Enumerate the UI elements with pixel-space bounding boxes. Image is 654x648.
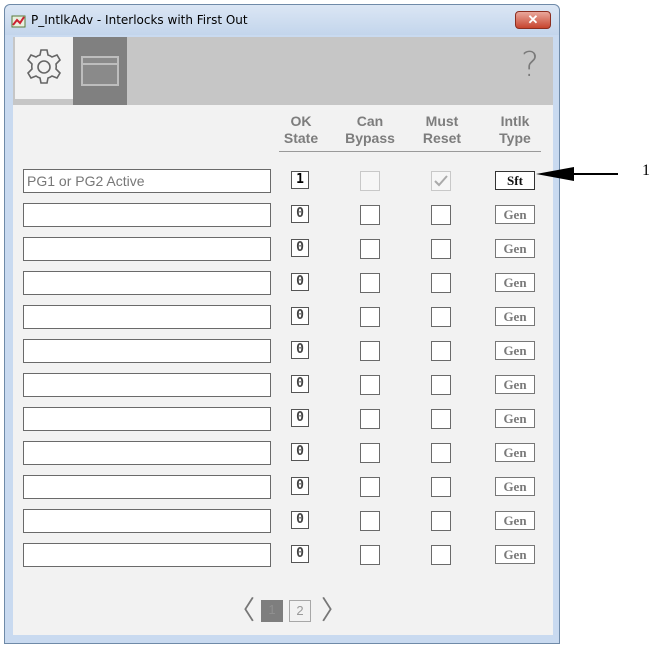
- ok-state-value: 0: [291, 307, 309, 325]
- must-reset-checkbox[interactable]: [431, 545, 451, 565]
- interlock-name-field[interactable]: [23, 441, 271, 465]
- interlock-row: 0 Gen: [13, 543, 553, 567]
- interlock-list: OK State Can Bypass Must Reset Intlk Type PG…: [13, 105, 553, 635]
- interlock-type-value[interactable]: Gen: [495, 205, 535, 224]
- interlock-name-field[interactable]: [23, 305, 271, 329]
- interlock-name-field[interactable]: PG1 or PG2 Active: [23, 169, 271, 193]
- ok-state-value: 0: [291, 341, 309, 359]
- must-reset-checkbox[interactable]: [431, 307, 451, 327]
- interlock-row: 0 Gen: [13, 271, 553, 295]
- pager: 〈 1 2 〉: [13, 597, 553, 627]
- page-1-button[interactable]: 1: [261, 600, 283, 622]
- interlock-row: PG1 or PG2 Active 1 Sft: [13, 169, 553, 193]
- interlock-name-field[interactable]: [23, 237, 271, 261]
- faceplate-window: P_IntlkAdv - Interlocks with First Out ✕…: [4, 4, 560, 644]
- prev-page-button[interactable]: 〈: [229, 597, 255, 623]
- interlock-name-field[interactable]: [23, 475, 271, 499]
- header-must-reset: Must Reset: [422, 113, 462, 146]
- interlock-row: 0 Gen: [13, 373, 553, 397]
- next-page-button[interactable]: 〉: [321, 597, 347, 623]
- interlock-type-value[interactable]: Gen: [495, 545, 535, 564]
- ok-state-value: 0: [291, 273, 309, 291]
- can-bypass-checkbox[interactable]: [360, 341, 380, 361]
- must-reset-checkbox[interactable]: [431, 477, 451, 497]
- interlock-row: 0 Gen: [13, 509, 553, 533]
- can-bypass-checkbox[interactable]: [360, 273, 380, 293]
- faceplate-window-icon: [81, 56, 119, 86]
- ok-state-value: 0: [291, 409, 309, 427]
- can-bypass-checkbox[interactable]: [360, 443, 380, 463]
- interlock-type-value[interactable]: Sft: [495, 171, 535, 190]
- must-reset-checkbox[interactable]: [431, 171, 451, 191]
- ok-state-value: 0: [291, 443, 309, 461]
- interlock-name-field[interactable]: [23, 339, 271, 363]
- ok-state-value: 1: [291, 171, 309, 189]
- page-2-button[interactable]: 2: [289, 600, 311, 622]
- interlock-row: 0 Gen: [13, 305, 553, 329]
- interlock-row: 0 Gen: [13, 475, 553, 499]
- ok-state-value: 0: [291, 375, 309, 393]
- ok-state-value: 0: [291, 511, 309, 529]
- interlock-name-field[interactable]: [23, 509, 271, 533]
- tab-maintenance[interactable]: [15, 37, 73, 99]
- must-reset-checkbox[interactable]: [431, 205, 451, 225]
- help-icon[interactable]: ?: [521, 45, 539, 85]
- interlock-row: 0 Gen: [13, 339, 553, 363]
- callout-number: 1: [642, 162, 650, 179]
- tab-operator[interactable]: [73, 37, 127, 105]
- must-reset-checkbox[interactable]: [431, 273, 451, 293]
- interlock-name-field[interactable]: [23, 543, 271, 567]
- interlock-row: 0 Gen: [13, 203, 553, 227]
- interlock-name-field[interactable]: [23, 203, 271, 227]
- interlock-type-value[interactable]: Gen: [495, 307, 535, 326]
- can-bypass-checkbox[interactable]: [360, 409, 380, 429]
- can-bypass-checkbox[interactable]: [360, 239, 380, 259]
- callout-arrow: [536, 167, 574, 181]
- interlock-row: 0 Gen: [13, 407, 553, 431]
- can-bypass-checkbox[interactable]: [360, 545, 380, 565]
- interlock-type-value[interactable]: Gen: [495, 239, 535, 258]
- window-title: P_IntlkAdv - Interlocks with First Out: [31, 13, 248, 27]
- interlock-name-field[interactable]: [23, 407, 271, 431]
- interlock-row: 0 Gen: [13, 237, 553, 261]
- can-bypass-checkbox[interactable]: [360, 307, 380, 327]
- interlock-type-value[interactable]: Gen: [495, 409, 535, 428]
- callout-line: [572, 173, 618, 175]
- must-reset-checkbox[interactable]: [431, 239, 451, 259]
- ok-state-value: 0: [291, 545, 309, 563]
- interlock-type-value[interactable]: Gen: [495, 511, 535, 530]
- ok-state-value: 0: [291, 239, 309, 257]
- must-reset-checkbox[interactable]: [431, 511, 451, 531]
- title-bar[interactable]: P_IntlkAdv - Interlocks with First Out ✕: [5, 5, 559, 35]
- must-reset-checkbox[interactable]: [431, 443, 451, 463]
- can-bypass-checkbox[interactable]: [360, 205, 380, 225]
- close-button[interactable]: ✕: [515, 11, 551, 29]
- can-bypass-checkbox[interactable]: [360, 171, 380, 191]
- toolbar: ?: [13, 37, 553, 105]
- can-bypass-checkbox[interactable]: [360, 477, 380, 497]
- interlock-type-value[interactable]: Gen: [495, 443, 535, 462]
- interlock-type-value[interactable]: Gen: [495, 375, 535, 394]
- interlock-type-value[interactable]: Gen: [495, 273, 535, 292]
- interlock-row: 0 Gen: [13, 441, 553, 465]
- interlock-name-field[interactable]: [23, 271, 271, 295]
- ok-state-value: 0: [291, 477, 309, 495]
- interlock-type-value[interactable]: Gen: [495, 341, 535, 360]
- gear-icon: [26, 49, 62, 84]
- ok-state-value: 0: [291, 205, 309, 223]
- header-intlk-type: Intlk Type: [499, 113, 531, 146]
- checkmark-icon: [434, 175, 448, 187]
- must-reset-checkbox[interactable]: [431, 409, 451, 429]
- can-bypass-checkbox[interactable]: [360, 511, 380, 531]
- must-reset-checkbox[interactable]: [431, 375, 451, 395]
- header-can-bypass: Can Bypass: [345, 113, 395, 146]
- interlock-name-field[interactable]: [23, 373, 271, 397]
- must-reset-checkbox[interactable]: [431, 341, 451, 361]
- interlock-type-value[interactable]: Gen: [495, 477, 535, 496]
- app-icon: [11, 15, 26, 28]
- can-bypass-checkbox[interactable]: [360, 375, 380, 395]
- header-divider: [279, 151, 541, 152]
- header-ok-state: OK State: [283, 113, 319, 146]
